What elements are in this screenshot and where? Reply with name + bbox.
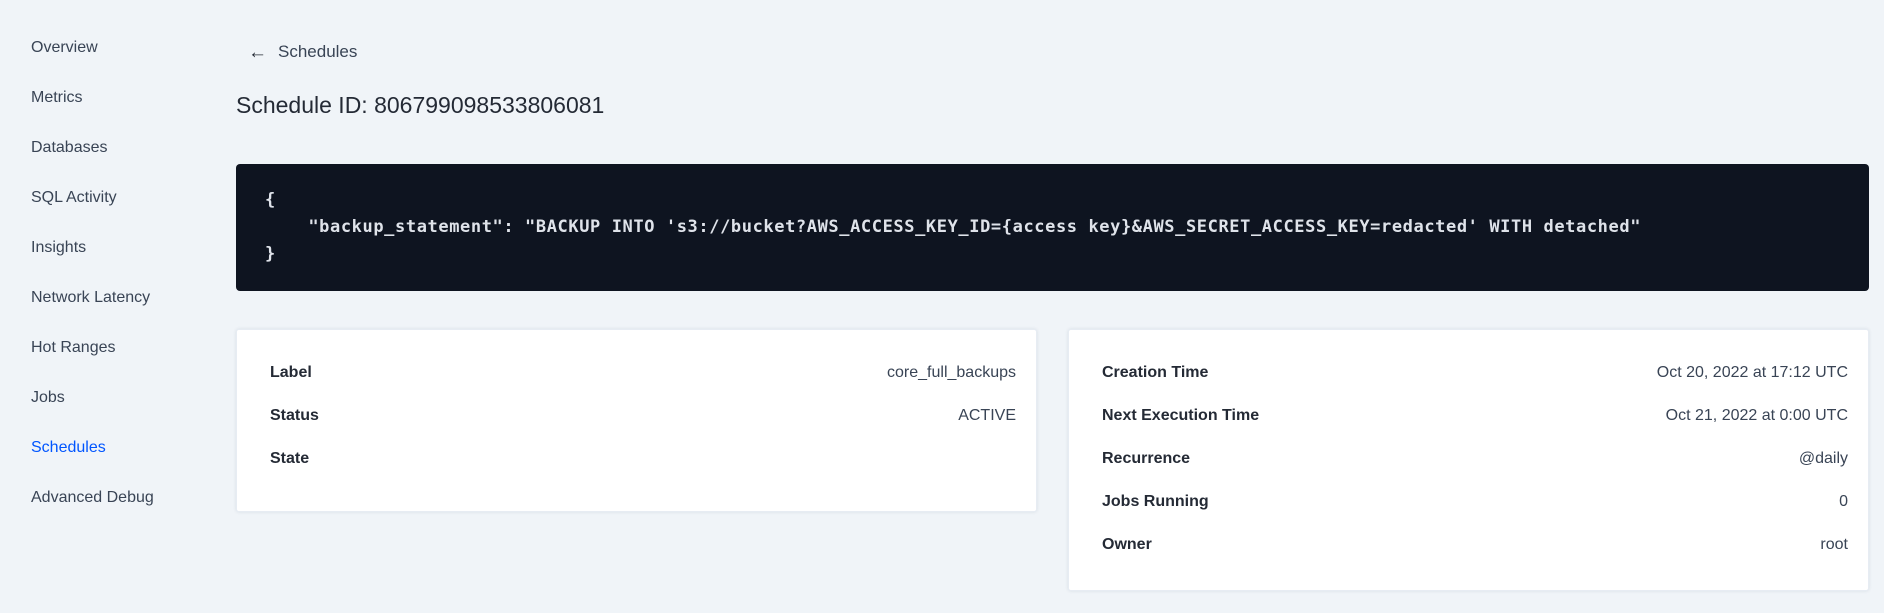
back-to-schedules-link[interactable]: ← Schedules bbox=[236, 42, 357, 62]
summary-row-label: Label core_full_backups bbox=[270, 352, 1016, 395]
page-title: Schedule ID: 806799098533806081 bbox=[236, 91, 605, 118]
summary-label: Jobs Running bbox=[1102, 493, 1209, 510]
summary-label: Next Execution Time bbox=[1102, 407, 1260, 424]
sidebar-item-jobs[interactable]: Jobs bbox=[0, 373, 236, 423]
sidebar-item-insights[interactable]: Insights bbox=[0, 223, 236, 273]
summary-row-state: State bbox=[270, 438, 1016, 481]
summary-row-next-execution-time: Next Execution Time Oct 21, 2022 at 0:00… bbox=[1102, 395, 1848, 438]
summary-value: core_full_backups bbox=[887, 364, 1016, 381]
summary-value: root bbox=[1820, 536, 1848, 553]
code-line: { bbox=[265, 189, 276, 210]
code-line: "backup_statement": "BACKUP INTO 's3://b… bbox=[265, 216, 1642, 237]
sidebar-item-hot-ranges[interactable]: Hot Ranges bbox=[0, 323, 236, 373]
summary-value: ACTIVE bbox=[958, 407, 1016, 424]
sidebar-item-overview[interactable]: Overview bbox=[0, 23, 236, 73]
code-line: } bbox=[265, 243, 276, 264]
summary-label: Status bbox=[270, 407, 319, 424]
sidebar: Overview Metrics Databases SQL Activity … bbox=[0, 0, 236, 613]
summary-value: Oct 21, 2022 at 0:00 UTC bbox=[1665, 407, 1848, 424]
summary-row-jobs-running: Jobs Running 0 bbox=[1102, 481, 1848, 524]
summary-label: State bbox=[270, 450, 310, 467]
summary-value: @daily bbox=[1798, 450, 1848, 467]
summary-cards: Label core_full_backups Status ACTIVE St… bbox=[236, 328, 1869, 591]
summary-row-creation-time: Creation Time Oct 20, 2022 at 17:12 UTC bbox=[1102, 352, 1848, 395]
summary-row-owner: Owner root bbox=[1102, 524, 1848, 567]
schedule-timing-card: Creation Time Oct 20, 2022 at 17:12 UTC … bbox=[1068, 328, 1869, 591]
summary-row-recurrence: Recurrence @daily bbox=[1102, 438, 1848, 481]
summary-label: Label bbox=[270, 364, 312, 381]
sidebar-item-databases[interactable]: Databases bbox=[0, 123, 236, 173]
sidebar-item-advanced-debug[interactable]: Advanced Debug bbox=[0, 473, 236, 523]
summary-value: Oct 20, 2022 at 17:12 UTC bbox=[1656, 364, 1848, 381]
sidebar-item-schedules[interactable]: Schedules bbox=[0, 423, 236, 473]
main-content: ← Schedules Schedule ID: 806799098533806… bbox=[236, 0, 1884, 613]
sidebar-item-metrics[interactable]: Metrics bbox=[0, 73, 236, 123]
summary-label: Owner bbox=[1102, 536, 1152, 553]
arrow-left-icon: ← bbox=[248, 41, 267, 63]
schedule-summary-card: Label core_full_backups Status ACTIVE St… bbox=[236, 328, 1037, 512]
summary-label: Recurrence bbox=[1102, 450, 1191, 467]
sidebar-item-network-latency[interactable]: Network Latency bbox=[0, 273, 236, 323]
schedule-definition-code-block: { "backup_statement": "BACKUP INTO 's3:/… bbox=[236, 163, 1869, 291]
sidebar-item-sql-activity[interactable]: SQL Activity bbox=[0, 173, 236, 223]
summary-label: Creation Time bbox=[1102, 364, 1209, 381]
summary-row-status: Status ACTIVE bbox=[270, 395, 1016, 438]
back-link-label: Schedules bbox=[278, 42, 358, 61]
summary-value: 0 bbox=[1839, 493, 1848, 510]
